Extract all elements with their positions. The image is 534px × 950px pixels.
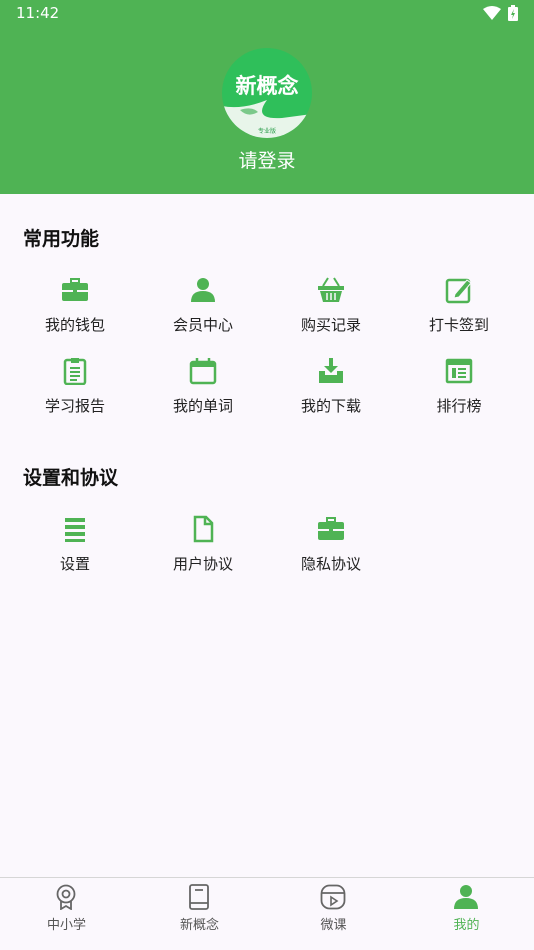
menu-item-settings[interactable]: 设置 bbox=[11, 515, 139, 585]
settings-list-icon bbox=[65, 518, 85, 542]
tab-label: 中小学 bbox=[46, 918, 86, 933]
menu-item-words[interactable]: 我的单词 bbox=[139, 357, 267, 427]
bottom-tab-bar: 中小学 新概念 微课 我的 bbox=[0, 877, 534, 950]
login-button[interactable]: 请登录 bbox=[0, 146, 534, 173]
menu-item-label: 我的单词 bbox=[172, 397, 233, 415]
report-icon bbox=[63, 358, 87, 385]
menu-item-ranking[interactable]: 排行榜 bbox=[395, 357, 523, 427]
document-icon bbox=[193, 515, 214, 543]
tab-micro-course[interactable]: 微课 bbox=[267, 878, 400, 950]
menu-item-label: 会员中心 bbox=[172, 316, 233, 334]
menu-item-privacy-agreement[interactable]: 隐私协议 bbox=[267, 515, 395, 585]
menu-item-report[interactable]: 学习报告 bbox=[11, 357, 139, 427]
battery-icon bbox=[508, 5, 518, 21]
checkin-icon bbox=[445, 278, 472, 304]
wallet-icon bbox=[62, 278, 88, 301]
book-icon bbox=[189, 884, 209, 910]
menu-item-label: 我的下载 bbox=[300, 397, 361, 415]
menu-item-label: 排行榜 bbox=[436, 397, 482, 415]
menu-item-checkin[interactable]: 打卡签到 bbox=[395, 276, 523, 346]
app-logo[interactable]: 新概念 专业版 bbox=[222, 48, 312, 138]
video-icon bbox=[320, 884, 346, 910]
tab-label: 新概念 bbox=[179, 918, 219, 933]
tab-mine[interactable]: 我的 bbox=[400, 878, 533, 950]
menu-item-download[interactable]: 我的下载 bbox=[267, 357, 395, 427]
section-title-settings: 设置和协议 bbox=[23, 467, 119, 489]
ranking-icon bbox=[445, 358, 473, 384]
menu-item-label: 隐私协议 bbox=[300, 555, 361, 573]
download-icon bbox=[319, 358, 343, 383]
briefcase-icon bbox=[318, 517, 344, 540]
menu-item-label: 用户协议 bbox=[172, 555, 233, 573]
menu-item-member[interactable]: 会员中心 bbox=[139, 276, 267, 346]
basket-icon bbox=[318, 277, 344, 302]
menu-item-label: 我的钱包 bbox=[44, 316, 105, 334]
menu-item-label: 购买记录 bbox=[300, 316, 361, 334]
status-bar: 11:42 bbox=[0, 0, 534, 28]
member-icon bbox=[191, 278, 215, 302]
menu-item-user-agreement[interactable]: 用户协议 bbox=[139, 515, 267, 585]
profile-header: 11:42 新概念 专业版 请登录 bbox=[0, 0, 534, 194]
logo-subtext: 专业版 bbox=[257, 128, 276, 135]
tab-label: 我的 bbox=[453, 918, 480, 933]
menu-item-purchase[interactable]: 购买记录 bbox=[267, 276, 395, 346]
tab-label: 微课 bbox=[320, 918, 347, 933]
person-icon bbox=[454, 885, 478, 909]
menu-item-label: 学习报告 bbox=[44, 397, 105, 415]
tab-new-concept[interactable]: 新概念 bbox=[133, 878, 266, 950]
status-time: 11:42 bbox=[16, 4, 60, 22]
logo-text: 新概念 bbox=[235, 74, 299, 98]
medal-icon bbox=[56, 884, 76, 910]
calendar-icon bbox=[189, 358, 217, 385]
menu-item-wallet[interactable]: 我的钱包 bbox=[11, 276, 139, 346]
wifi-icon bbox=[483, 6, 501, 20]
tab-primary-school[interactable]: 中小学 bbox=[0, 878, 133, 950]
menu-item-label: 设置 bbox=[59, 555, 90, 573]
menu-item-label: 打卡签到 bbox=[428, 316, 489, 334]
section-title-common: 常用功能 bbox=[23, 228, 100, 250]
